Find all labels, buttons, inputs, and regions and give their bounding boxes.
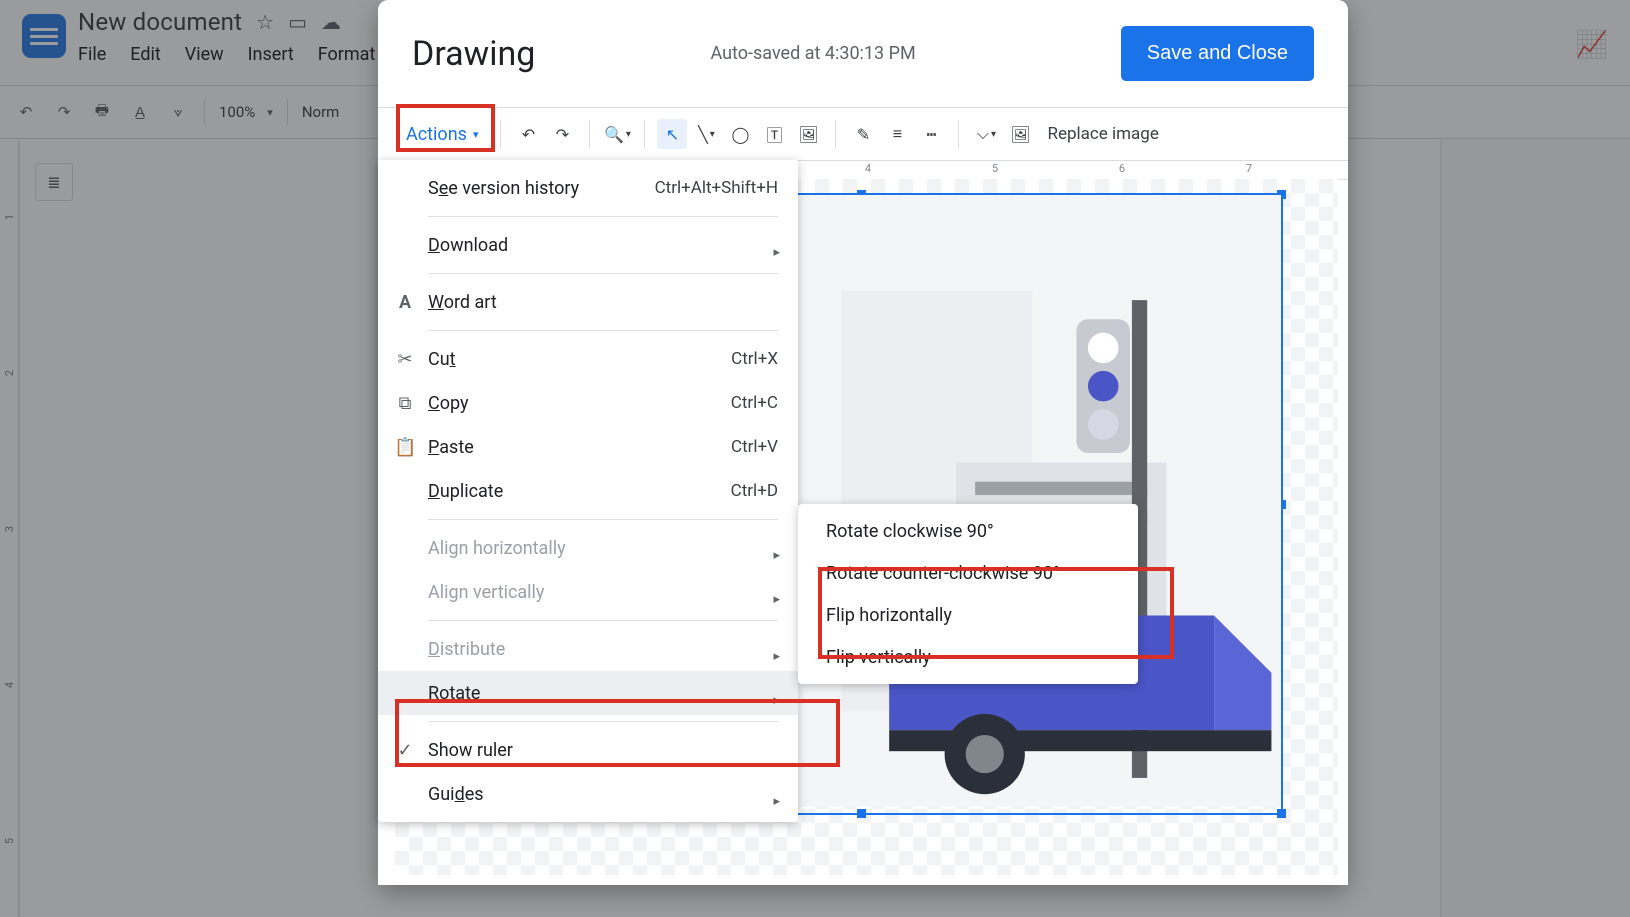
replace-image-icon[interactable]: 🖼 xyxy=(1005,119,1035,149)
redo-icon[interactable]: ↷ xyxy=(547,119,577,149)
drawing-toolbar: Actions ↶ ↷ 🔍 ↖ ╲ ◯ 🅃 🖼 ✎ ≡ ┅ ⌵ 🖼 Replac… xyxy=(378,107,1348,161)
menu-align-horizontally: Align horizontally xyxy=(378,526,798,570)
paste-icon: 📋 xyxy=(394,437,416,458)
menu-align-vertically: Align vertically xyxy=(378,570,798,614)
drawing-dialog: Drawing Auto-saved at 4:30:13 PM Save an… xyxy=(378,0,1348,885)
image-tool-icon[interactable]: 🖼 xyxy=(793,119,823,149)
menu-duplicate[interactable]: Duplicate Ctrl+D xyxy=(378,469,798,513)
menu-show-ruler[interactable]: ✓ Show ruler xyxy=(378,728,798,772)
select-tool-icon[interactable]: ↖ xyxy=(657,119,687,149)
rotate-submenu: Rotate clockwise 90° Rotate counter-cloc… xyxy=(798,504,1138,684)
textbox-tool-icon[interactable]: 🅃 xyxy=(759,119,789,149)
crop-icon[interactable]: ⌵ xyxy=(971,119,1001,149)
copy-icon: ⧉ xyxy=(394,393,416,414)
autosave-status: Auto-saved at 4:30:13 PM xyxy=(505,43,1120,64)
menu-rotate[interactable]: Rotate xyxy=(378,671,798,715)
shape-tool-icon[interactable]: ◯ xyxy=(725,119,755,149)
actions-dropdown[interactable]: Actions xyxy=(396,118,488,151)
border-weight-icon[interactable]: ≡ xyxy=(882,119,912,149)
menu-cut[interactable]: ✂ Cut Ctrl+X xyxy=(378,337,798,381)
menu-download[interactable]: Download xyxy=(378,223,798,267)
wordart-icon: A xyxy=(394,292,416,313)
border-dash-icon[interactable]: ┅ xyxy=(916,119,946,149)
menu-distribute: Distribute xyxy=(378,627,798,671)
submenu-flip-horizontal[interactable]: Flip horizontally xyxy=(798,594,1138,636)
submenu-rotate-ccw[interactable]: Rotate counter-clockwise 90° xyxy=(798,552,1138,594)
zoom-icon[interactable]: 🔍 xyxy=(602,119,632,149)
submenu-flip-vertical[interactable]: Flip vertically xyxy=(798,636,1138,678)
menu-version-history[interactable]: See version history Ctrl+Alt+Shift+H xyxy=(378,166,798,210)
menu-copy[interactable]: ⧉ Copy Ctrl+C xyxy=(378,381,798,425)
cut-icon: ✂ xyxy=(394,349,416,370)
check-icon: ✓ xyxy=(394,740,416,761)
undo-icon[interactable]: ↶ xyxy=(513,119,543,149)
actions-menu: See version history Ctrl+Alt+Shift+H Dow… xyxy=(378,160,798,822)
line-tool-icon[interactable]: ╲ xyxy=(691,119,721,149)
save-and-close-button[interactable]: Save and Close xyxy=(1121,26,1314,81)
border-color-icon[interactable]: ✎ xyxy=(848,119,878,149)
submenu-rotate-cw[interactable]: Rotate clockwise 90° xyxy=(798,510,1138,552)
menu-paste[interactable]: 📋 Paste Ctrl+V xyxy=(378,425,798,469)
menu-wordart[interactable]: A Word art xyxy=(378,280,798,324)
replace-image-label[interactable]: Replace image xyxy=(1047,124,1158,144)
menu-guides[interactable]: Guides xyxy=(378,772,798,816)
